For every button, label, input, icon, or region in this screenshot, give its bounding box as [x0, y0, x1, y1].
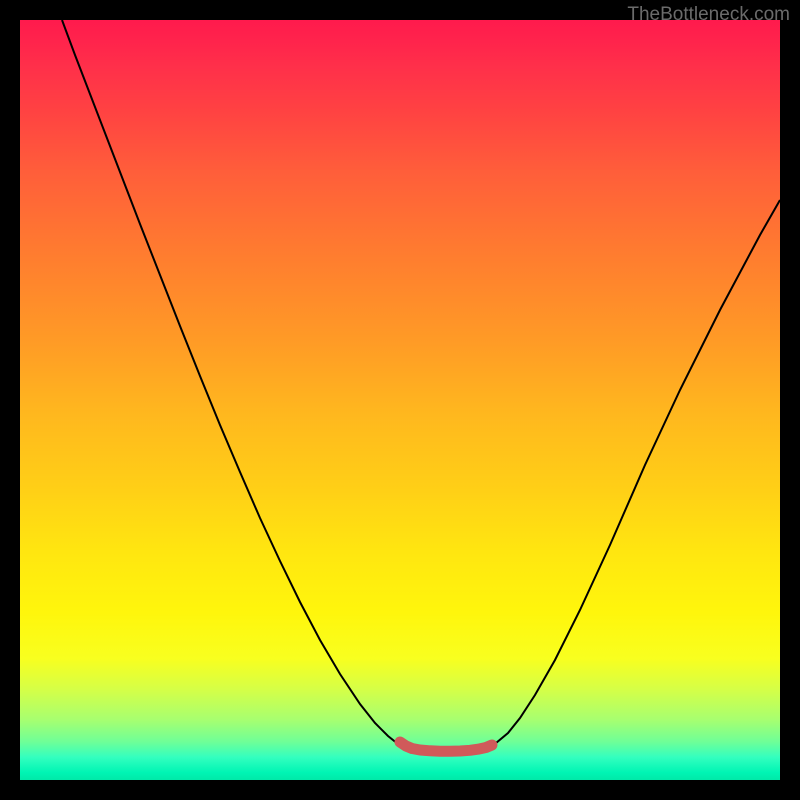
main-curve	[62, 20, 780, 751]
curve-layer	[20, 20, 780, 780]
highlight-band	[400, 742, 492, 751]
chart-frame: TheBottleneck.com	[0, 0, 800, 800]
plot-area	[20, 20, 780, 780]
